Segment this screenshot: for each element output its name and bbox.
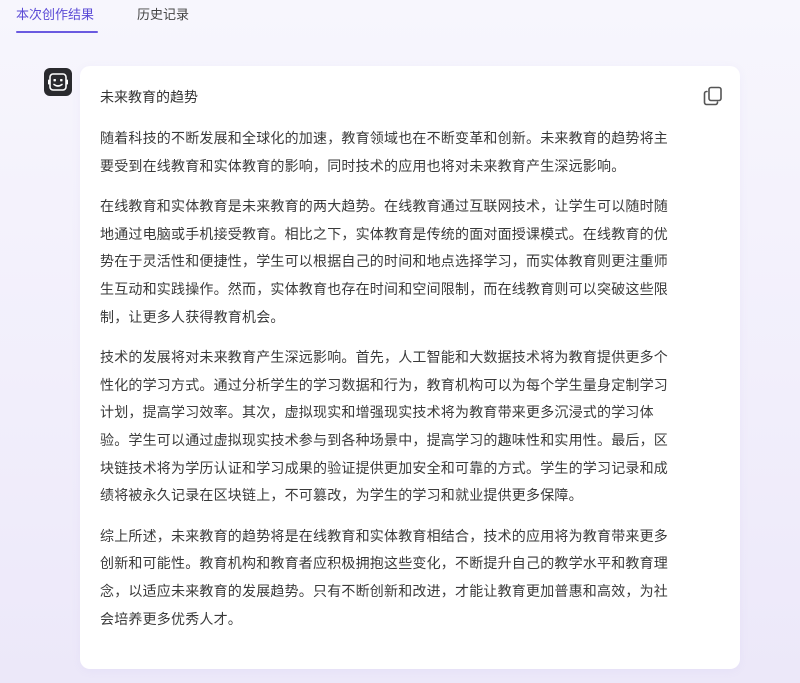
- tab-history[interactable]: 历史记录: [137, 7, 189, 25]
- copy-icon[interactable]: [702, 85, 724, 107]
- result-paragraph: 综上所述，未来教育的趋势将是在线教育和实体教育相结合，技术的应用将为教育带来更多…: [100, 528, 668, 628]
- result-paragraph: 技术的发展将对未来教育产生深远影响。首先，人工智能和大数据技术将为教育提供更多个…: [100, 350, 668, 505]
- tab-current-result[interactable]: 本次创作结果: [16, 7, 94, 25]
- active-tab-indicator: [16, 31, 98, 33]
- tab-bar: 本次创作结果 历史记录: [0, 0, 800, 36]
- result-card: 未来教育的趋势 随着科技的不断发展和全球化的加速，教育领域也在不断变革和创新。未…: [80, 66, 740, 669]
- result-title: 未来教育的趋势: [100, 90, 198, 106]
- result-content: 随着科技的不断发展和全球化的加速，教育领域也在不断变革和创新。未来教育的趋势将主…: [100, 126, 672, 647]
- result-paragraph: 随着科技的不断发展和全球化的加速，教育领域也在不断变革和创新。未来教育的趋势将主…: [100, 131, 668, 175]
- result-paragraph: 在线教育和实体教育是未来教育的两大趋势。在线教育通过互联网技术，让学生可以随时随…: [100, 199, 668, 326]
- robot-face-icon: [44, 68, 72, 96]
